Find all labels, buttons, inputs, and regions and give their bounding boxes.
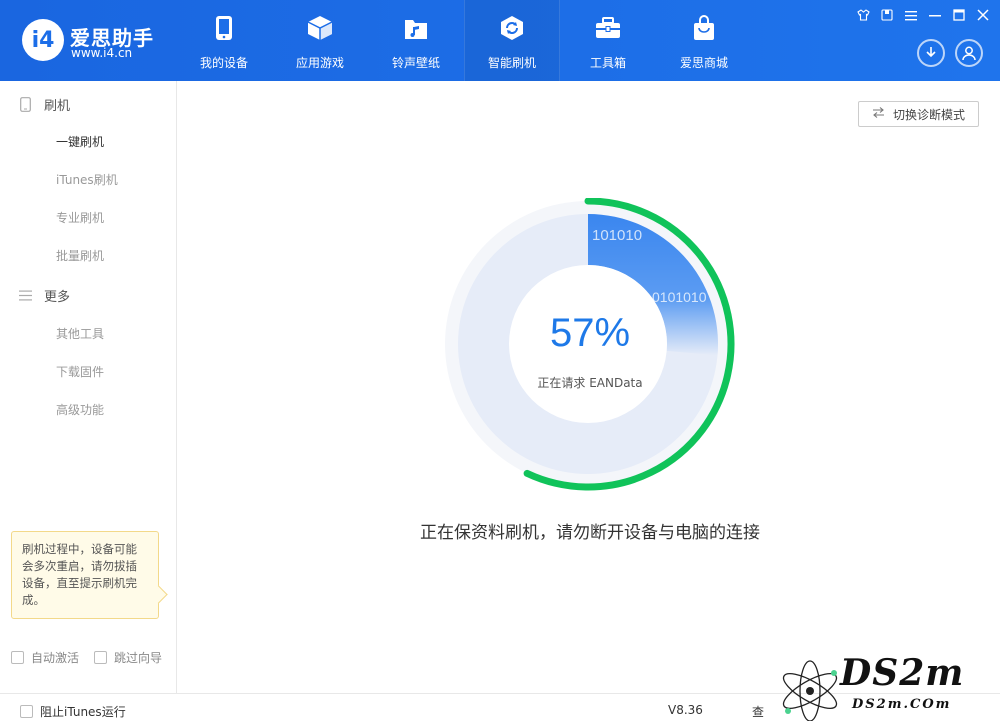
diag-button-label: 切换诊断模式 [892, 107, 965, 122]
sidebar-item-itunes-flash[interactable]: iTunes刷机 [56, 171, 118, 188]
nav-label: 智能刷机 [487, 56, 536, 70]
sidebar-item-advanced[interactable]: 高级功能 [56, 401, 104, 418]
sidebar-item-one-click-flash[interactable]: 一键刷机 [56, 133, 104, 150]
music-folder-icon [402, 14, 430, 42]
logo-mark: i4 [31, 27, 55, 53]
sidebar-item-batch-flash[interactable]: 批量刷机 [56, 247, 104, 264]
binary-text-1: 101010 [592, 227, 642, 244]
skip-guide-checkbox[interactable]: 跳过向导 [94, 649, 162, 666]
nav-smart-flash[interactable]: 智能刷机 [464, 0, 560, 81]
sidebar-section-label: 刷机 [44, 99, 71, 114]
nav-toolbox[interactable]: 工具箱 [560, 0, 656, 81]
settings-menu-icon[interactable] [904, 8, 918, 22]
checkbox-label: 自动激活 [31, 651, 80, 665]
footer-extra-text: 查 [752, 705, 765, 719]
swap-arrows-icon [872, 107, 885, 121]
nav-my-device[interactable]: 我的设备 [176, 0, 272, 81]
phone-icon [210, 14, 238, 42]
progress-substatus: 正在请求 EANData [537, 376, 643, 390]
cube-icon [306, 14, 334, 42]
close-icon[interactable] [976, 8, 990, 22]
app-url: www.i4.cn [71, 46, 133, 60]
maximize-icon[interactable] [952, 8, 966, 22]
flash-status-text: 正在保资料刷机，请勿断开设备与电脑的连接 [420, 523, 760, 543]
nav-label: 工具箱 [589, 56, 626, 70]
nav-label: 爱思商城 [679, 56, 728, 70]
nav-label: 应用游戏 [295, 56, 344, 70]
sidebar: 刷机 一键刷机 iTunes刷机 专业刷机 批量刷机 更多 其他工具 下载固件 … [0, 81, 177, 693]
watermark-subtext: DS2m.COm [852, 697, 952, 712]
download-icon[interactable] [917, 39, 945, 67]
nav-i4-store[interactable]: 爱思商城 [656, 0, 752, 81]
nav-ringtones-wallpapers[interactable]: 铃声壁纸 [368, 0, 464, 81]
sidebar-item-pro-flash[interactable]: 专业刷机 [56, 209, 104, 226]
sidebar-section-label: 更多 [44, 290, 71, 305]
shopping-bag-icon [690, 14, 718, 42]
checkbox-box[interactable] [11, 651, 24, 664]
user-account-icon[interactable] [955, 39, 983, 67]
progress-percent: 57% [549, 311, 631, 355]
phone-outline-icon [18, 97, 32, 113]
menu-lines-icon [18, 288, 32, 304]
auto-activate-checkbox[interactable]: 自动激活 [11, 649, 79, 666]
flash-tip-box: 刷机过程中，设备可能会多次重启，请勿拔插设备，直至提示刷机完成。 [11, 531, 159, 619]
top-nav: 我的设备 应用游戏 铃声壁纸 智能刷机 工具箱 爱思商城 [176, 0, 752, 81]
window-controls [856, 8, 990, 22]
toolbox-icon [594, 14, 622, 42]
app-header: i4 爱思助手 www.i4.cn 我的设备 应用游戏 铃声壁纸 智能刷机 工具… [0, 0, 1000, 81]
nav-label: 我的设备 [199, 56, 248, 70]
sidebar-section-flash[interactable]: 刷机 [18, 95, 70, 114]
watermark-text: DS2m [840, 652, 965, 694]
sidebar-item-download-firmware[interactable]: 下载固件 [56, 363, 104, 380]
block-itunes-checkbox[interactable]: 阻止iTunes运行 [20, 703, 126, 720]
nav-label: 铃声壁纸 [391, 56, 440, 70]
sidebar-section-more[interactable]: 更多 [18, 286, 70, 305]
binary-text-2: 0101010 [652, 289, 707, 305]
minimize-icon[interactable] [928, 8, 942, 22]
feedback-icon[interactable] [880, 8, 894, 22]
refresh-shield-icon [498, 14, 526, 42]
app-version: V8.36 [668, 703, 703, 717]
skin-icon[interactable] [856, 8, 870, 22]
app-logo: i4 [22, 19, 64, 61]
checkbox-label: 跳过向导 [114, 651, 163, 665]
checkbox-label: 阻止iTunes运行 [40, 705, 126, 719]
checkbox-box[interactable] [20, 705, 33, 718]
switch-diagnostic-mode-button[interactable]: 切换诊断模式 [858, 101, 979, 127]
sidebar-item-other-tools[interactable]: 其他工具 [56, 325, 104, 342]
checkbox-box[interactable] [94, 651, 107, 664]
nav-apps-games[interactable]: 应用游戏 [272, 0, 368, 81]
